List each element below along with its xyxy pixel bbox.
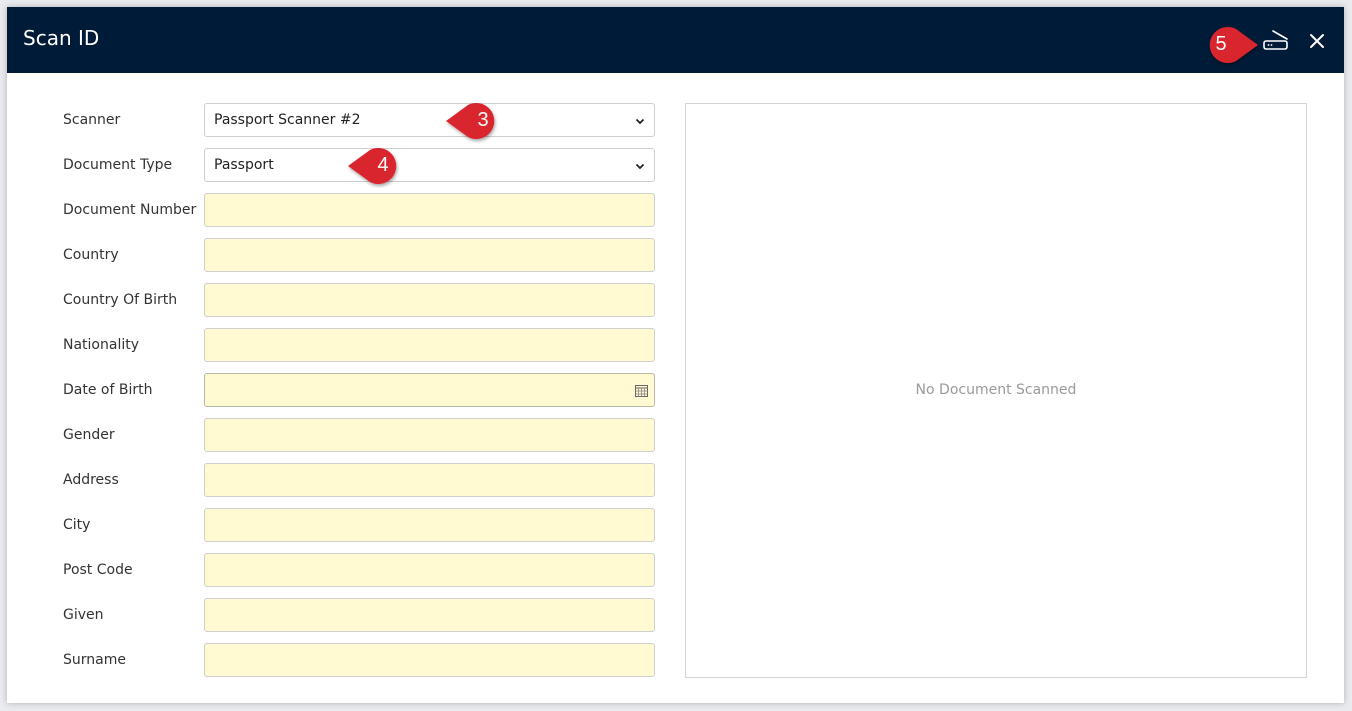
dialog-header: Scan ID bbox=[7, 7, 1344, 73]
country-label: Country bbox=[63, 247, 119, 263]
country-row: Country bbox=[63, 238, 655, 272]
date-of-birth-label: Date of Birth bbox=[63, 382, 153, 398]
country-input[interactable] bbox=[204, 238, 655, 272]
document-type-row: Document Type Passport bbox=[63, 148, 655, 182]
nationality-input[interactable] bbox=[204, 328, 655, 362]
country-of-birth-label: Country Of Birth bbox=[63, 292, 178, 308]
gender-label: Gender bbox=[63, 427, 115, 443]
given-input[interactable] bbox=[204, 598, 655, 632]
scanner-select-value: Passport Scanner #2 bbox=[214, 112, 361, 128]
city-input[interactable] bbox=[204, 508, 655, 542]
document-preview-panel: No Document Scanned bbox=[685, 103, 1307, 678]
gender-row: Gender bbox=[63, 418, 655, 452]
document-type-select-value: Passport bbox=[214, 157, 274, 173]
surname-label: Surname bbox=[63, 652, 126, 668]
surname-row: Surname bbox=[63, 643, 655, 677]
nationality-label: Nationality bbox=[63, 337, 140, 353]
city-row: City bbox=[63, 508, 655, 542]
calendar-icon[interactable] bbox=[635, 384, 648, 397]
nationality-row: Nationality bbox=[63, 328, 655, 362]
scanner-icon bbox=[1263, 30, 1288, 50]
post-code-input[interactable] bbox=[204, 553, 655, 587]
given-row: Given bbox=[63, 598, 655, 632]
document-type-label: Document Type bbox=[63, 157, 173, 173]
date-of-birth-input[interactable] bbox=[204, 373, 655, 407]
scan-id-dialog: Scan ID Scanner Passport Scanner #2 Docu… bbox=[7, 7, 1344, 703]
surname-input[interactable] bbox=[204, 643, 655, 677]
document-type-select[interactable]: Passport bbox=[204, 148, 655, 182]
country-of-birth-row: Country Of Birth bbox=[63, 283, 655, 317]
close-icon bbox=[1310, 34, 1324, 48]
document-number-label: Document Number bbox=[63, 202, 197, 218]
chevron-down-icon bbox=[635, 163, 645, 170]
scanner-select[interactable]: Passport Scanner #2 bbox=[204, 103, 655, 137]
scan-button[interactable] bbox=[1261, 27, 1289, 55]
no-document-text: No Document Scanned bbox=[915, 382, 1077, 398]
post-code-label: Post Code bbox=[63, 562, 133, 578]
date-of-birth-row: Date of Birth bbox=[63, 373, 655, 407]
address-label: Address bbox=[63, 472, 119, 488]
scanner-label: Scanner bbox=[63, 112, 121, 128]
given-label: Given bbox=[63, 607, 104, 623]
scanner-row: Scanner Passport Scanner #2 bbox=[63, 103, 655, 137]
chevron-down-icon bbox=[635, 118, 645, 125]
gender-input[interactable] bbox=[204, 418, 655, 452]
address-input[interactable] bbox=[204, 463, 655, 497]
city-label: City bbox=[63, 517, 91, 533]
address-row: Address bbox=[63, 463, 655, 497]
dialog-title: Scan ID bbox=[23, 26, 100, 50]
post-code-row: Post Code bbox=[63, 553, 655, 587]
document-number-input[interactable] bbox=[204, 193, 655, 227]
document-number-row: Document Number bbox=[63, 193, 655, 227]
country-of-birth-input[interactable] bbox=[204, 283, 655, 317]
close-button[interactable] bbox=[1305, 29, 1329, 53]
